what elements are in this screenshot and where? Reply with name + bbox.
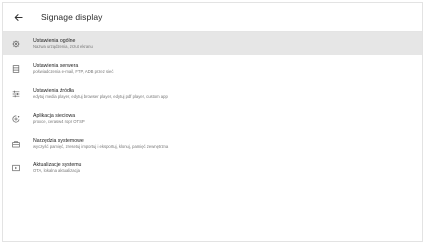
app-bar: Signage display	[3, 3, 422, 32]
settings-item-text: Ustawienia serwera poświadczenia e-mail,…	[33, 63, 113, 75]
sliders-icon	[12, 90, 20, 98]
back-button[interactable]	[7, 6, 29, 28]
settings-item-system-tools[interactable]: Narzędzia systemowe wyczyść pamięć, zres…	[3, 132, 422, 155]
toolbox-icon	[12, 140, 20, 148]
settings-item-subtitle: proxce, cerasw4 ropr OTSP	[33, 119, 85, 124]
arrow-left-icon	[14, 13, 23, 21]
settings-item-label: Aktualizacje systemu	[33, 161, 82, 168]
page-title: Signage display	[41, 12, 103, 22]
settings-item-text: Aplikacja sieciowa proxce, cerasw4 ropr …	[33, 113, 85, 125]
settings-item-text: Narzędzia systemowe wyczyść pamięć, zres…	[33, 138, 168, 150]
settings-item-subtitle: Nazwa urządzenia, zrzut ekranu	[33, 44, 93, 49]
gear-icon	[12, 39, 20, 48]
settings-item-subtitle: wyczyść pamięć, zresetuj importuj i eksp…	[33, 144, 169, 149]
system-update-icon	[12, 164, 20, 172]
settings-item-text: Aktualizacje systemu OTA, lokalna aktual…	[33, 162, 81, 174]
settings-item-text: Ustawienia źródła edytuj media player, e…	[33, 88, 168, 100]
settings-item-subtitle: OTA, lokalna aktualizacja	[33, 168, 80, 173]
network-app-icon	[12, 115, 20, 123]
settings-item-source[interactable]: Ustawienia źródła edytuj media player, e…	[3, 82, 422, 105]
settings-item-system-updates[interactable]: Aktualizacje systemu OTA, lokalna aktual…	[3, 156, 422, 179]
settings-item-network-app[interactable]: Aplikacja sieciowa proxce, cerasw4 ropr …	[3, 107, 422, 130]
server-icon	[12, 64, 20, 73]
settings-item-server[interactable]: Ustawienia serwera poświadczenia e-mail,…	[3, 57, 422, 80]
settings-item-subtitle: edytuj media player, edytuj browser play…	[33, 94, 168, 99]
settings-item-text: Ustawienia ogólne Nazwa urządzenia, zrzu…	[33, 38, 93, 50]
settings-window: Signage display Ustawienia ogólne Nazwa …	[2, 2, 423, 242]
settings-item-subtitle: poświadczenia e-mail, FTP, ADB przez sie…	[33, 69, 114, 74]
settings-item-general[interactable]: Ustawienia ogólne Nazwa urządzenia, zrzu…	[3, 32, 422, 55]
